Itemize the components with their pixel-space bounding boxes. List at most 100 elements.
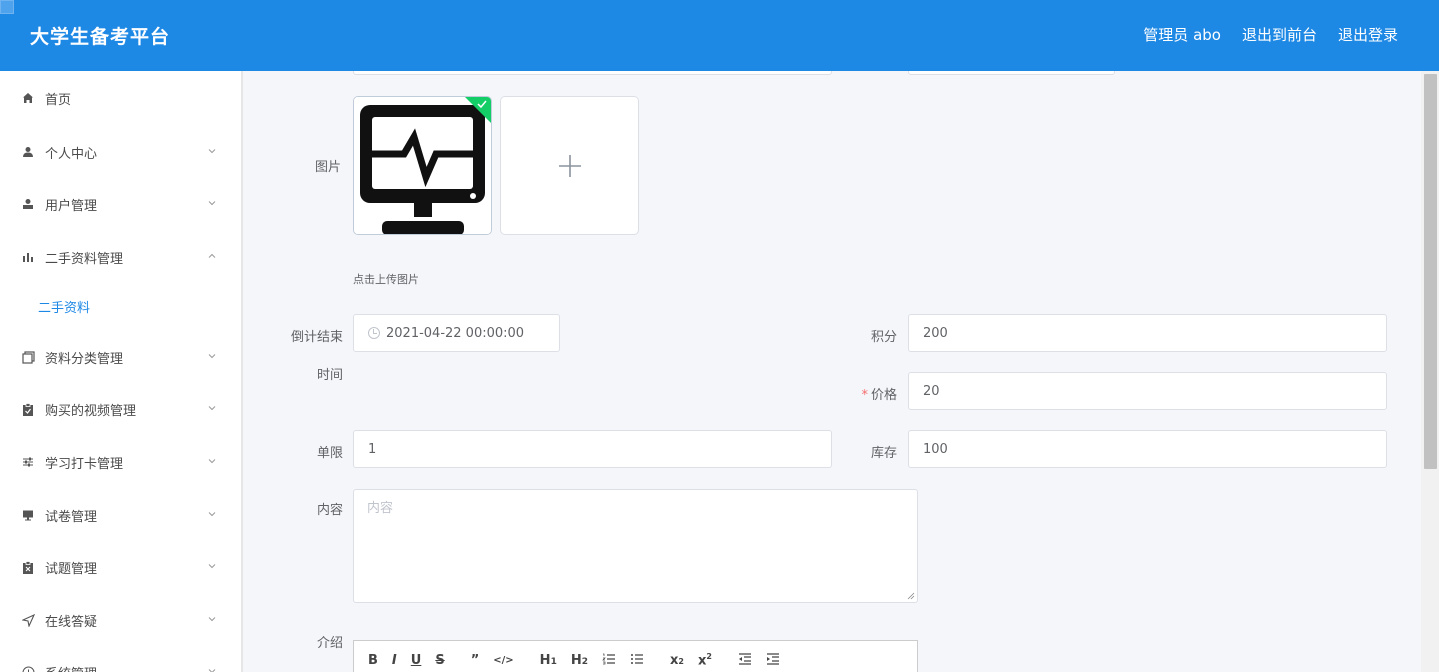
prev-field-input-right[interactable] [908, 71, 1115, 75]
required-asterisk: * [861, 388, 868, 403]
price-label-text: 价格 [870, 388, 897, 403]
chevron-down-icon [208, 512, 216, 517]
superscript-button[interactable]: x2 [698, 652, 712, 668]
clock-icon [21, 665, 35, 672]
chevron-down-icon [208, 354, 216, 359]
price-input[interactable]: 20 [908, 372, 1387, 410]
content-textarea[interactable]: 内容 [353, 489, 918, 603]
sidebar-subitem-label: 二手资料 [38, 300, 91, 316]
sidebar-item-category-manage[interactable]: 资料分类管理 [0, 342, 241, 372]
stock-input[interactable]: 100 [908, 430, 1387, 468]
bold-button[interactable]: B [368, 653, 378, 668]
countdown-value: 2021-04-22 00:00:00 [386, 325, 525, 341]
chevron-down-icon [208, 669, 216, 672]
points-label: 积分 [870, 330, 897, 345]
points-value: 200 [923, 325, 948, 341]
indent-button[interactable] [766, 652, 780, 669]
copy-icon [21, 350, 35, 364]
rich-text-toolbar: B I U S ” </> H1 H2 x2 x2 [353, 640, 918, 672]
sidebar-item-label: 二手资料管理 [45, 251, 124, 267]
bullet-list-button[interactable] [630, 653, 644, 669]
stock-label: 库存 [870, 446, 897, 461]
price-label: * 价格 [815, 384, 897, 403]
points-input[interactable]: 200 [908, 314, 1387, 352]
chevron-up-icon [208, 253, 216, 258]
outdent-icon [738, 652, 751, 665]
app-title: 大学生备考平台 [30, 26, 171, 48]
logout-link[interactable]: 退出登录 [1338, 24, 1398, 45]
sidebar-item-label: 在线答疑 [45, 614, 98, 630]
chevron-down-icon [208, 149, 216, 154]
sidebar-item-label: 系统管理 [45, 663, 97, 672]
indent-icon [766, 652, 779, 665]
limit-label: 单限 [316, 446, 343, 461]
clipboard-check-icon [21, 560, 35, 574]
chevron-down-icon [208, 459, 216, 464]
sidebar-item-question-manage[interactable]: 试题管理 [0, 552, 241, 582]
sidebar-item-label: 试卷管理 [45, 509, 98, 525]
scrollbar-thumb[interactable] [1424, 74, 1437, 469]
page-scrollbar[interactable] [1421, 71, 1439, 672]
image-label: 图片 [314, 160, 341, 175]
code-block-button[interactable]: </> [493, 655, 513, 666]
sidebar-item-label: 首页 [45, 92, 72, 108]
image-upload-button[interactable] [500, 96, 639, 235]
sidebar-item-secondhand-manage[interactable]: 二手资料管理 [0, 242, 241, 272]
chevron-down-icon [208, 564, 216, 569]
sidebar-item-label: 试题管理 [45, 561, 98, 577]
subscript-button[interactable]: x2 [670, 653, 684, 668]
user-manage-icon [21, 197, 35, 211]
sidebar-item-label: 学习打卡管理 [45, 456, 124, 472]
bullet-list-icon [630, 653, 643, 664]
admin-user-label[interactable]: 管理员 abo [1143, 24, 1221, 45]
chevron-down-icon [208, 406, 216, 411]
sidebar-item-label: 用户管理 [45, 198, 98, 214]
chevron-down-icon [208, 617, 216, 622]
sidebar-item-label: 个人中心 [45, 146, 98, 162]
prev-field-input[interactable] [353, 71, 832, 75]
sidebar-item-label: 资料分类管理 [45, 351, 124, 367]
countdown-label-line1: 倒计结束 [290, 330, 343, 345]
sidebar-item-checkin-manage[interactable]: 学习打卡管理 [0, 447, 241, 477]
resize-handle-icon[interactable] [907, 592, 915, 600]
main-form: 图片 点击上传图片 倒计结束 时间 2021-04-22 00:00:00 积分… [245, 71, 1421, 672]
sidebar-item-video-manage[interactable]: 购买的视频管理 [0, 394, 241, 424]
upload-hint: 点击上传图片 [353, 273, 419, 286]
sidebar-item-system-manage[interactable]: 系统管理 [0, 657, 241, 672]
sidebar-item-personal-center[interactable]: 个人中心 [0, 137, 241, 167]
sidebar-menu: 首页 个人中心 用户管理 二手资料管理 二手资料 资料分类管理 购买的视频管理 … [0, 71, 243, 672]
uploaded-image-thumbnail[interactable] [353, 96, 492, 235]
ordered-list-button[interactable] [602, 653, 616, 669]
home-icon [21, 91, 35, 105]
sidebar-item-user-manage[interactable]: 用户管理 [0, 189, 241, 219]
italic-button[interactable]: I [392, 653, 397, 668]
content-placeholder: 内容 [367, 501, 394, 516]
ordered-list-icon [602, 653, 615, 664]
sidebar-item-online-qa[interactable]: 在线答疑 [0, 605, 241, 635]
header-actions: 管理员 abo 退出到前台 退出登录 [1143, 24, 1398, 45]
strike-button[interactable]: S [435, 653, 444, 668]
bar-chart-icon [21, 250, 35, 264]
underline-button[interactable]: U [411, 653, 422, 668]
sliders-icon [21, 455, 35, 469]
intro-label: 介绍 [316, 636, 343, 651]
outdent-button[interactable] [738, 652, 752, 669]
heading2-button[interactable]: H2 [571, 653, 588, 668]
send-icon [21, 613, 35, 627]
heading1-button[interactable]: H1 [540, 653, 557, 668]
sidebar-item-label: 购买的视频管理 [45, 403, 137, 419]
sidebar-item-home[interactable]: 首页 [0, 83, 241, 113]
sidebar-subitem-secondhand[interactable]: 二手资料 [0, 291, 241, 321]
limit-input[interactable]: 1 [353, 430, 832, 468]
countdown-label-line2: 时间 [316, 368, 343, 383]
blockquote-button[interactable]: ” [471, 653, 480, 668]
back-to-front-link[interactable]: 退出到前台 [1242, 24, 1317, 45]
upload-success-badge-icon [465, 97, 491, 123]
monitor-icon [21, 508, 35, 522]
chevron-down-icon [208, 201, 216, 206]
sidebar-item-exam-manage[interactable]: 试卷管理 [0, 500, 241, 530]
limit-value: 1 [368, 441, 377, 457]
countdown-datetime-picker[interactable]: 2021-04-22 00:00:00 [353, 314, 560, 352]
stock-value: 100 [923, 441, 948, 457]
clipboard-icon [21, 402, 35, 416]
